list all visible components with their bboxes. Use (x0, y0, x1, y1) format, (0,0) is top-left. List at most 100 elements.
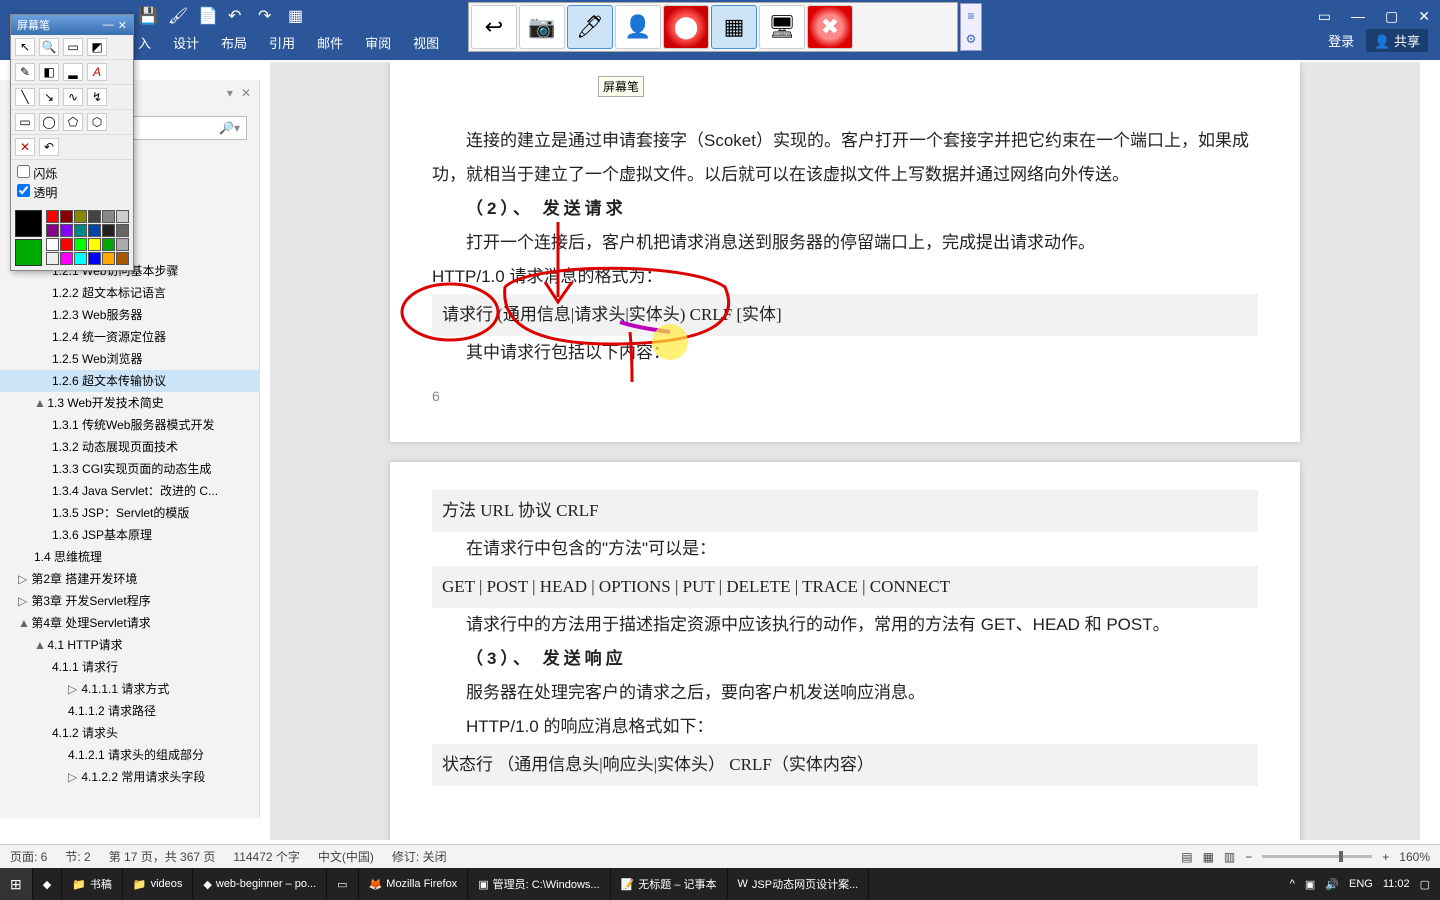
zoom-level[interactable]: 160% (1399, 850, 1430, 864)
color-grid[interactable] (46, 210, 129, 266)
qa-undo-icon[interactable]: ↶ (228, 6, 246, 24)
nav-item[interactable]: 4.1.1 请求行 (0, 656, 259, 678)
screen-icon[interactable]: 🖥 (759, 5, 805, 49)
tab[interactable]: 引用 (269, 33, 295, 52)
status-lang[interactable]: 中文(中国) (318, 848, 374, 865)
nav-item[interactable]: 1.3.2 动态展现页面技术 (0, 436, 259, 458)
transparent-checkbox[interactable]: 透明 (17, 183, 127, 202)
nav-item[interactable]: 1.2.3 Web服务器 (0, 304, 259, 326)
zoom-slider[interactable] (1262, 855, 1372, 858)
login-link[interactable]: 登录 (1328, 31, 1354, 50)
nav-item[interactable]: 1.3.6 JSP基本原理 (0, 524, 259, 546)
taskbar-item[interactable]: W JSP动态网页设计案... (728, 868, 870, 900)
close-icon[interactable]: ✕ (241, 86, 251, 100)
stop-icon[interactable]: ✖ (807, 5, 853, 49)
tab[interactable]: 布局 (221, 33, 247, 52)
qa-icon[interactable]: 📄 (198, 6, 216, 24)
dropdown-icon[interactable]: ▾ (227, 86, 233, 100)
volume-icon[interactable]: 🔊 (1325, 878, 1339, 891)
tab[interactable]: 邮件 (317, 33, 343, 52)
pen-icon[interactable]: ✎ (15, 63, 35, 81)
select-icon[interactable]: ▭ (63, 38, 83, 56)
nav-item[interactable]: 1.3.3 CGI实现页面的动态生成 (0, 458, 259, 480)
taskbar-item[interactable]: 📁 书稿 (62, 868, 123, 900)
mask-icon[interactable]: ◩ (87, 38, 107, 56)
status-section[interactable]: 节: 2 (65, 848, 90, 865)
ellipse-icon[interactable]: ◯ (39, 113, 59, 131)
close-icon[interactable]: ✕ (1418, 8, 1430, 25)
toolbar-handle[interactable]: ≡⚙ (960, 3, 982, 51)
nav-item[interactable]: 1.2.2 超文本标记语言 (0, 282, 259, 304)
eraser-icon[interactable]: ◧ (39, 63, 59, 81)
start-button[interactable]: ⊞ (0, 868, 33, 900)
nav-item[interactable]: ▷ 第2章 搭建开发环境 (0, 568, 259, 590)
line-icon[interactable]: ╲ (15, 88, 35, 106)
record-icon[interactable]: ⬤ (663, 5, 709, 49)
tab[interactable]: 审阅 (365, 33, 391, 52)
qa-icon[interactable]: 💾 (138, 6, 156, 24)
taskbar-item[interactable]: ▣ 管理员: C:\Windows... (468, 868, 610, 900)
fg-color[interactable] (15, 210, 42, 237)
blink-checkbox[interactable]: 闪烁 (17, 164, 127, 183)
ribbon-options-icon[interactable]: ▭ (1318, 8, 1331, 25)
tab[interactable]: 视图 (413, 33, 439, 52)
nav-item[interactable]: ▷ 4.1.1.1 请求方式 (0, 678, 259, 700)
min-icon[interactable]: — (103, 19, 114, 32)
maximize-icon[interactable]: ▢ (1385, 8, 1398, 25)
qa-icon[interactable]: 🖌 (168, 6, 186, 24)
curve-icon[interactable]: ∿ (63, 88, 83, 106)
nav-item[interactable]: 4.1.2 请求头 (0, 722, 259, 744)
nav-item[interactable]: 1.2.4 统一资源定位器 (0, 326, 259, 348)
screen-recorder-toolbar[interactable]: ↩ 📷 🖊 👤 ⬤ ▦ 🖥 ✖ ≡⚙ (468, 2, 958, 52)
text-icon[interactable]: A (87, 63, 107, 81)
status-track[interactable]: 修订: 关闭 (392, 848, 447, 865)
taskbar-item[interactable]: 🦊 Mozilla Firefox (359, 868, 469, 900)
view-readmode-icon[interactable]: ▤ (1181, 850, 1192, 864)
nav-item[interactable]: 1.4 思维梳理 (0, 546, 259, 568)
nav-item[interactable]: ▲ 第4章 处理Servlet请求 (0, 612, 259, 634)
nav-item[interactable]: 1.3.5 JSP：Servlet的模版 (0, 502, 259, 524)
qa-icon[interactable]: ▦ (288, 6, 306, 24)
ime-indicator[interactable]: ENG (1349, 878, 1373, 890)
close-icon[interactable]: ✕ (118, 19, 127, 32)
notification-icon[interactable]: ▢ (1420, 878, 1430, 891)
zigzag-icon[interactable]: ↯ (87, 88, 107, 106)
nav-item[interactable]: 1.3.4 Java Servlet：改进的 C... (0, 480, 259, 502)
screen-pen-palette[interactable]: 屏幕笔 —✕ ↖ 🔍 ▭ ◩ ✎ ◧ ▂ A ╲ ↘ ∿ ↯ ▭ ◯ ⬠ ⬡ ✕… (10, 14, 134, 271)
region-icon[interactable]: ▦ (711, 5, 757, 49)
taskbar-item[interactable]: 📝 无标题 – 记事本 (611, 868, 728, 900)
zoom-in-icon[interactable]: + (1382, 850, 1389, 864)
document-area[interactable]: （1）、 建立连接 连接的建立是通过申请套接字（Scoket）实现的。客户打开一… (270, 62, 1420, 840)
highlight-icon[interactable]: ▂ (63, 63, 83, 81)
clock[interactable]: 11:02 (1383, 878, 1410, 890)
back-icon[interactable]: ↩ (471, 5, 517, 49)
camera-icon[interactable]: 📷 (519, 5, 565, 49)
taskbar-item[interactable]: ◆ (33, 868, 62, 900)
qa-redo-icon[interactable]: ↷ (258, 6, 276, 24)
zoom-icon[interactable]: 🔍 (39, 38, 59, 56)
bg-color[interactable] (15, 239, 42, 266)
nav-item[interactable]: ▷ 4.1.2.2 常用请求头字段 (0, 766, 259, 788)
view-web-icon[interactable]: ▥ (1224, 850, 1235, 864)
shape-icon[interactable]: ⬡ (87, 113, 107, 131)
rect-icon[interactable]: ▭ (15, 113, 35, 131)
cursor-icon[interactable]: ↖ (15, 38, 35, 56)
user-icon[interactable]: 👤 (615, 5, 661, 49)
delete-icon[interactable]: ✕ (15, 138, 35, 156)
taskbar-item[interactable]: 📁 videos (123, 868, 194, 900)
zoom-out-icon[interactable]: − (1245, 850, 1252, 864)
pen-icon[interactable]: 🖊 (567, 5, 613, 49)
nav-item[interactable]: 1.2.5 Web浏览器 (0, 348, 259, 370)
nav-item[interactable]: 1.2.6 超文本传输协议 (0, 370, 259, 392)
nav-item[interactable]: ▲ 1.3 Web开发技术简史 (0, 392, 259, 414)
view-print-icon[interactable]: ▦ (1203, 850, 1214, 864)
nav-item[interactable]: 1.3.1 传统Web服务器模式开发 (0, 414, 259, 436)
undo-icon[interactable]: ↶ (39, 138, 59, 156)
tray-icon[interactable]: ^ (1290, 878, 1295, 890)
taskbar-item[interactable]: ▭ (327, 868, 358, 900)
nav-item[interactable]: 4.1.2.1 请求头的组成部分 (0, 744, 259, 766)
tab[interactable]: 设计 (173, 33, 199, 52)
status-page[interactable]: 页面: 6 (10, 848, 47, 865)
tray-icon[interactable]: ▣ (1305, 878, 1315, 891)
status-pages[interactable]: 第 17 页，共 367 页 (109, 848, 216, 865)
